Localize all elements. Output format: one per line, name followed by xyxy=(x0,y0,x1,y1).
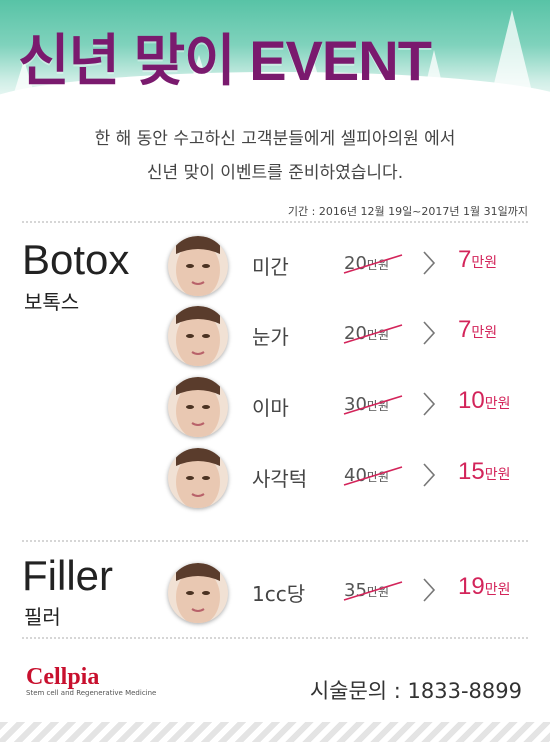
intro-line-1: 한 해 동안 수고하신 고객분들에게 셀피아의원 에서 xyxy=(94,129,456,149)
intro-line-2: 신년 맞이 이벤트를 준비하였습니다. xyxy=(146,163,404,183)
event-title: 신년 맞이 EVENT xyxy=(18,29,432,92)
original-price: 20만원 xyxy=(343,323,403,344)
original-price: 30만원 xyxy=(343,394,403,415)
treatment-area: 사각턱 xyxy=(252,467,308,491)
sale-price-unit: 만원 xyxy=(484,581,511,597)
original-price: 20만원 xyxy=(343,253,403,274)
strikethrough-line xyxy=(343,466,403,486)
sale-price-value: 7 xyxy=(458,316,472,343)
eye-face-photo xyxy=(168,306,228,366)
strikethrough-line xyxy=(343,395,403,415)
sale-price-value: 15 xyxy=(458,458,485,485)
treatment-area: 미간 xyxy=(252,255,289,279)
sale-price-unit: 만원 xyxy=(484,395,511,411)
stripe-border xyxy=(0,722,550,742)
price-row: 사각턱 40만원 15만원 xyxy=(0,444,550,514)
intro-text: 한 해 동안 수고하신 고객분들에게 셀피아의원 에서 신년 맞이 이벤트를 준… xyxy=(0,122,550,190)
price-row: 미간 20만원 7만원 xyxy=(0,232,550,302)
treatment-area: 이마 xyxy=(252,396,289,420)
sale-price-unit: 만원 xyxy=(471,324,498,340)
strikethrough-line xyxy=(343,581,403,601)
strikethrough-line xyxy=(343,254,403,274)
sale-price-value: 7 xyxy=(458,246,472,273)
original-price: 35만원 xyxy=(343,580,403,601)
strikethrough-line xyxy=(343,324,403,344)
divider xyxy=(22,637,528,639)
divider xyxy=(22,540,528,542)
logo-subtitle: Stem cell and Regenerative Medicine xyxy=(26,689,157,697)
sale-price: 7만원 xyxy=(458,246,497,274)
nose-face-photo xyxy=(168,236,228,296)
sale-price-value: 19 xyxy=(458,573,485,600)
price-row: 눈가 20만원 7만원 xyxy=(0,302,550,372)
treatment-area: 1cc당 xyxy=(252,582,306,606)
chevron-right-icon xyxy=(423,463,436,487)
price-row: 이마 30만원 10만원 xyxy=(0,373,550,443)
sale-price: 7만원 xyxy=(458,316,497,344)
sale-price-unit: 만원 xyxy=(484,466,511,482)
contact-info: 시술문의 : 1833-8899 xyxy=(309,679,522,703)
cellpia-logo: Cellpia Stem cell and Regenerative Medic… xyxy=(26,664,156,697)
header-banner: 신년 맞이 EVENT xyxy=(0,0,550,112)
logo-text: Cellpia xyxy=(26,664,100,690)
chevron-right-icon xyxy=(423,578,436,602)
divider xyxy=(22,221,528,223)
sale-price: 19만원 xyxy=(458,573,510,601)
sale-price-unit: 만원 xyxy=(471,254,498,270)
filler-face-photo xyxy=(168,563,228,623)
event-period: 기간 : 2016년 12월 19일~2017년 1월 31일까지 xyxy=(287,205,528,218)
price-row: 1cc당 35만원 19만원 xyxy=(0,559,550,629)
forehead-face-photo xyxy=(168,377,228,437)
sale-price: 15만원 xyxy=(458,458,510,486)
treatment-area: 눈가 xyxy=(252,325,289,349)
chevron-right-icon xyxy=(423,321,436,345)
original-price: 40만원 xyxy=(343,465,403,486)
chevron-right-icon xyxy=(423,392,436,416)
jaw-face-photo xyxy=(168,448,228,508)
sale-price-value: 10 xyxy=(458,387,485,414)
chevron-right-icon xyxy=(423,251,436,275)
sale-price: 10만원 xyxy=(458,387,510,415)
